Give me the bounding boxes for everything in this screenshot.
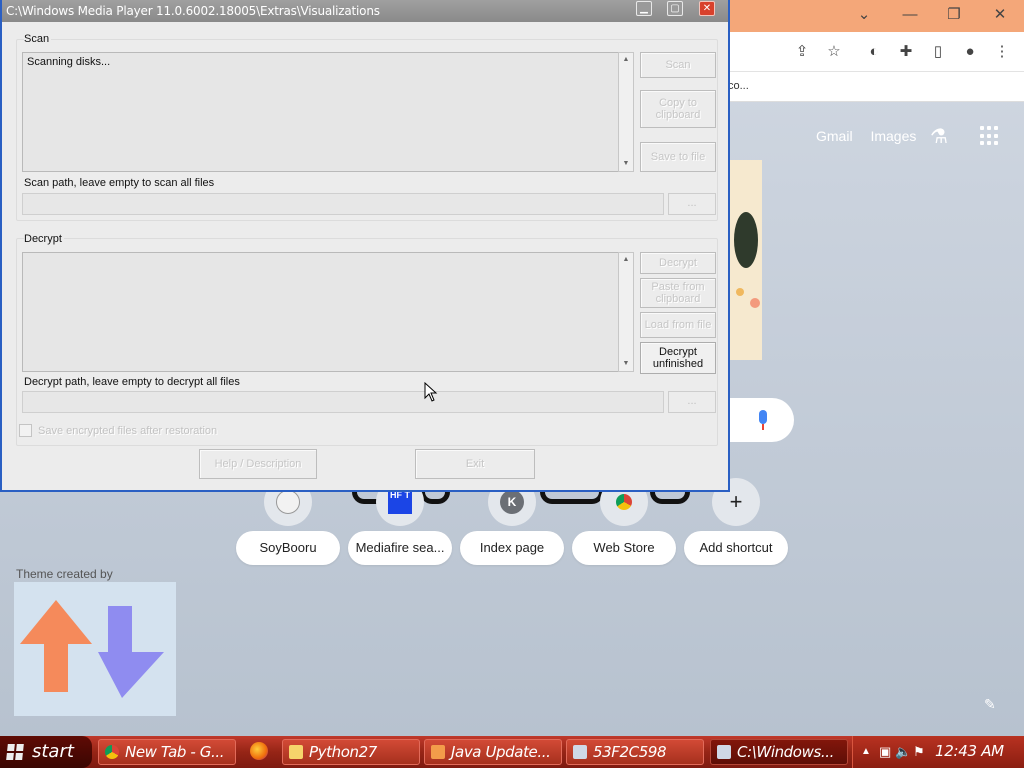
extension-flag-icon[interactable]: ◐ [864,42,884,62]
shortcut-web-store[interactable]: Web Store [572,531,676,565]
google-doodle[interactable] [730,160,762,360]
labs-flask-icon[interactable]: ⚗ [930,124,948,149]
firefox-icon[interactable] [250,742,268,760]
exit-button[interactable]: Exit [415,449,535,479]
scan-log-scrollbar[interactable]: ▲ ▼ [618,52,634,172]
scan-path-label: Scan path, leave empty to scan all files [24,177,217,189]
task-label: C:\Windows... [737,743,834,761]
task-53f2c598[interactable]: 53F2C598 [566,739,704,765]
decrypt-path-label: Decrypt path, leave empty to decrypt all… [24,376,242,388]
customize-pencil-icon[interactable]: ✎ [984,696,996,713]
chrome-title-bar: ⌄ — ❐ ✕ [728,0,1024,32]
bookmark-star-icon[interactable]: ☆ [824,42,844,62]
taskbar: start New Tab - G... Python27 Java Updat… [0,736,1024,768]
soyjak-icon [276,490,300,514]
scan-path-input[interactable] [22,193,664,215]
menu-kebab-icon[interactable]: ⋮ [992,42,1012,62]
system-tray: ▲ ▣ 🔈 ⚑ 12:43 AM [852,736,1024,768]
help-description-button[interactable]: Help / Description [199,449,317,479]
scroll-up-arrow-icon[interactable]: ▲ [619,253,633,267]
gmail-link[interactable]: Gmail [816,128,853,144]
load-from-file-button[interactable]: Load from file [640,312,716,338]
shortcut-add[interactable]: Add shortcut [684,531,788,565]
decrypt-button[interactable]: Decrypt [640,252,716,274]
chrome-icon [612,490,636,514]
task-python27[interactable]: Python27 [282,739,420,765]
task-java-update[interactable]: Java Update... [424,739,562,765]
copy-to-clipboard-button[interactable]: Copy to clipboard [640,90,716,128]
chrome-toolbar: ⇪ ☆ ◐ ✚ ▯ ● ⋮ [728,32,1024,72]
close-button[interactable]: ✕ [699,1,715,16]
speaker-icon[interactable]: 🔈 [895,744,911,760]
voice-search-mic-icon[interactable] [757,410,769,432]
task-label: New Tab - G... [125,743,225,761]
decrypt-path-input[interactable] [22,391,664,413]
decrypt-unfinished-button[interactable]: Decrypt unfinished [640,342,716,374]
images-link[interactable]: Images [870,128,916,144]
window-icon [573,745,587,759]
restore-icon[interactable]: ❐ [940,4,968,26]
extensions-puzzle-icon[interactable]: ✚ [896,42,916,62]
bookmark-item[interactable]: co... [728,80,749,92]
window-icon [717,745,731,759]
decryptor-window: C:\Windows Media Player 11.0.6002.18005\… [0,0,730,492]
task-label: Python27 [309,743,377,761]
minimize-icon[interactable]: — [896,4,924,26]
task-windows-folder[interactable]: C:\Windows... [710,739,848,765]
window-title: C:\Windows Media Player 11.0.6002.18005\… [6,4,380,18]
save-to-file-button[interactable]: Save to file [640,142,716,172]
folder-icon [289,745,303,759]
chrome-icon [105,745,119,759]
theme-creator-image[interactable] [14,582,176,716]
google-top-links: Gmail Images [816,128,930,144]
windows-flag-icon [6,744,24,760]
mouse-cursor-icon [424,382,438,402]
decrypt-log[interactable] [22,252,634,372]
mediafire-icon: HF T [388,490,412,514]
profile-avatar-icon[interactable]: ● [960,42,980,62]
minimize-button[interactable]: ▁ [636,1,652,16]
close-icon[interactable]: ✕ [986,4,1014,26]
window-title-bar[interactable]: C:\Windows Media Player 11.0.6002.18005\… [2,0,728,22]
tray-expand-arrow-icon[interactable]: ▲ [861,746,871,757]
shortcut-mediafire[interactable]: Mediafire sea... [348,531,452,565]
task-label: 53F2C598 [593,743,667,761]
scroll-down-arrow-icon[interactable]: ▼ [619,157,633,171]
task-label: Java Update... [451,743,551,761]
java-icon [431,745,445,759]
decrypt-log-scrollbar[interactable]: ▲ ▼ [618,252,634,372]
task-new-tab[interactable]: New Tab - G... [98,739,236,765]
shortcut-index-page[interactable]: Index page [460,531,564,565]
scan-button[interactable]: Scan [640,52,716,78]
tab-search-chevron-icon[interactable]: ⌄ [850,4,878,26]
flag-tray-icon[interactable]: ⚑ [913,744,925,760]
plus-icon: + [729,489,743,514]
scan-group-label: Scan [24,33,52,45]
decrypt-browse-button[interactable]: ... [668,391,716,413]
scan-browse-button[interactable]: ... [668,193,716,215]
paste-from-clipboard-button[interactable]: Paste from clipboard [640,278,716,308]
shortcut-soybooru[interactable]: SoyBooru [236,531,340,565]
network-icon[interactable]: ▣ [879,744,891,760]
side-panel-icon[interactable]: ▯ [928,42,948,62]
decrypt-group-label: Decrypt [24,233,64,245]
scroll-down-arrow-icon[interactable]: ▼ [619,357,633,371]
maximize-button[interactable]: ▢ [667,1,683,16]
theme-credit-label: Theme created by [16,567,113,581]
save-encrypted-checkbox[interactable] [19,424,32,437]
scan-log[interactable]: Scanning disks... [22,52,634,172]
share-icon[interactable]: ⇪ [792,42,812,62]
bookmarks-bar: co... [728,72,1024,102]
k-icon: K [500,490,524,514]
scroll-up-arrow-icon[interactable]: ▲ [619,53,633,67]
up-down-arrows-icon [20,600,164,698]
clock[interactable]: 12:43 AM [935,742,1004,760]
google-apps-icon[interactable] [980,126,1000,146]
save-encrypted-label: Save encrypted files after restoration [38,425,218,437]
